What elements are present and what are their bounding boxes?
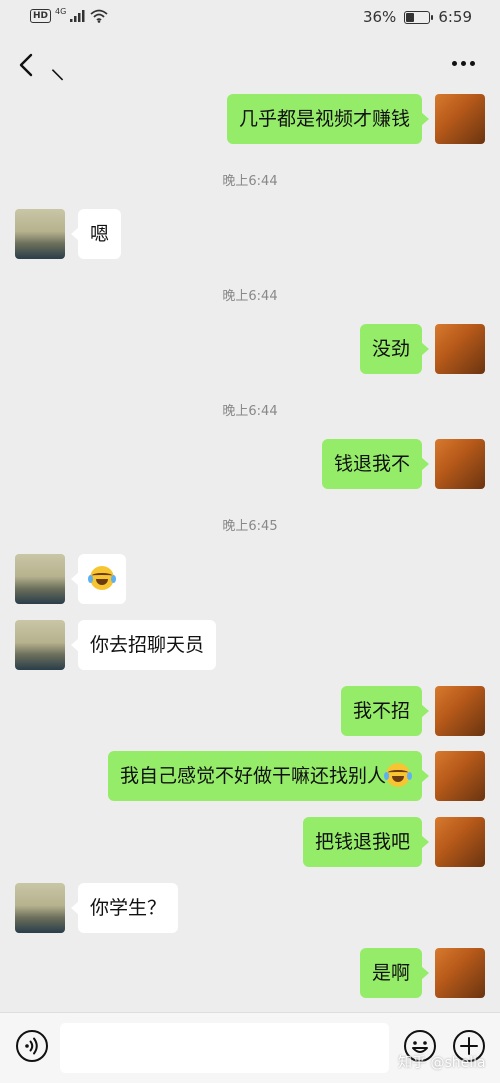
- sent-message: 几乎都是视频才赚钱: [0, 94, 500, 144]
- message-input[interactable]: [60, 1023, 389, 1073]
- message-text: 几乎都是视频才赚钱: [238, 108, 410, 130]
- message-timestamp: 晚上6:44: [222, 404, 278, 419]
- status-right: 36% 6:59: [363, 8, 472, 26]
- message-bubble[interactable]: 钱退我不: [321, 439, 430, 489]
- received-message: 嗯: [0, 209, 500, 259]
- my-avatar[interactable]: [435, 817, 485, 867]
- tears-of-joy-emoji: [88, 565, 116, 590]
- message-bubble[interactable]: [71, 554, 126, 604]
- message-bubble[interactable]: 是啊: [359, 948, 430, 998]
- sent-message: 我自己感觉不好做干嘛还找别人: [0, 751, 500, 801]
- message-bubble[interactable]: 你去招聊天员: [70, 620, 217, 670]
- sent-message: 钱退我不: [0, 439, 500, 489]
- clock: 6:59: [438, 8, 472, 26]
- hd-badge: HD: [30, 9, 52, 23]
- chevron-left-icon[interactable]: [14, 52, 40, 78]
- chat-title: ⸜: [50, 51, 65, 86]
- more-dots-icon[interactable]: [452, 58, 478, 68]
- sent-message: 是啊: [0, 948, 500, 998]
- message-text: 我自己感觉不好做干嘛还找别人: [119, 765, 386, 787]
- message-timestamp: 晚上6:44: [222, 174, 278, 189]
- status-bar: HD 4G 36% 6:59: [0, 0, 500, 36]
- received-message: [0, 554, 500, 604]
- sent-message: 没劲: [0, 324, 500, 374]
- message-bubble[interactable]: 你学生？: [70, 883, 179, 933]
- battery-percent: 36%: [362, 8, 397, 26]
- chat-messages[interactable]: 几乎都是视频才赚钱 晚上6:44 嗯晚上6:44 没劲 晚上6:44 钱退我不 晚上6:45…: [0, 94, 500, 1012]
- my-avatar[interactable]: [435, 324, 485, 374]
- message-text: 你学生？: [90, 897, 167, 919]
- message-timestamp: 晚上6:44: [222, 289, 278, 304]
- wifi-icon: [90, 9, 108, 23]
- message-timestamp: 晚上6:45: [222, 519, 278, 534]
- chat-header: ⸜: [0, 38, 500, 94]
- my-avatar[interactable]: [435, 751, 485, 801]
- my-avatar[interactable]: [435, 94, 485, 144]
- received-message: 你去招聊天员: [0, 620, 500, 670]
- received-message: 你学生？: [0, 883, 500, 933]
- message-text: 钱退我不: [333, 453, 410, 475]
- message-bubble[interactable]: 我自己感觉不好做干嘛还找别人: [107, 751, 430, 801]
- signal-icon: [70, 10, 85, 22]
- dot: [452, 60, 457, 66]
- my-avatar[interactable]: [435, 948, 485, 998]
- contact-avatar[interactable]: [15, 209, 65, 259]
- sent-message: 我不招: [0, 686, 500, 736]
- message-bubble[interactable]: 把钱退我吧: [302, 817, 430, 867]
- dot: [470, 60, 475, 66]
- contact-avatar[interactable]: [15, 554, 65, 604]
- battery-fill: [406, 12, 414, 22]
- contact-avatar[interactable]: [15, 883, 65, 933]
- dot: [461, 60, 466, 66]
- message-text: 嗯: [90, 223, 110, 245]
- message-text: 你去招聊天员: [90, 634, 205, 656]
- message-bubble[interactable]: 几乎都是视频才赚钱: [226, 94, 430, 144]
- voice-icon[interactable]: [15, 1029, 49, 1063]
- message-text: 把钱退我吧: [314, 831, 410, 853]
- message-text: 是啊: [371, 962, 410, 984]
- message-bubble[interactable]: 我不招: [340, 686, 430, 736]
- message-text: 没劲: [371, 338, 410, 360]
- contact-avatar[interactable]: [15, 620, 65, 670]
- my-avatar[interactable]: [435, 686, 485, 736]
- input-bar: [0, 1012, 500, 1083]
- status-left: HD 4G: [30, 6, 108, 23]
- message-bubble[interactable]: 没劲: [359, 324, 430, 374]
- network-label: 4G: [55, 6, 67, 16]
- tears-of-joy-emoji: [384, 762, 412, 787]
- message-bubble[interactable]: 嗯: [70, 209, 122, 259]
- battery-icon: [404, 10, 434, 24]
- sent-message: 把钱退我吧: [0, 817, 500, 867]
- message-text: 我不招: [352, 700, 410, 722]
- my-avatar[interactable]: [435, 439, 485, 489]
- watermark: 知乎 @shella: [398, 1055, 486, 1071]
